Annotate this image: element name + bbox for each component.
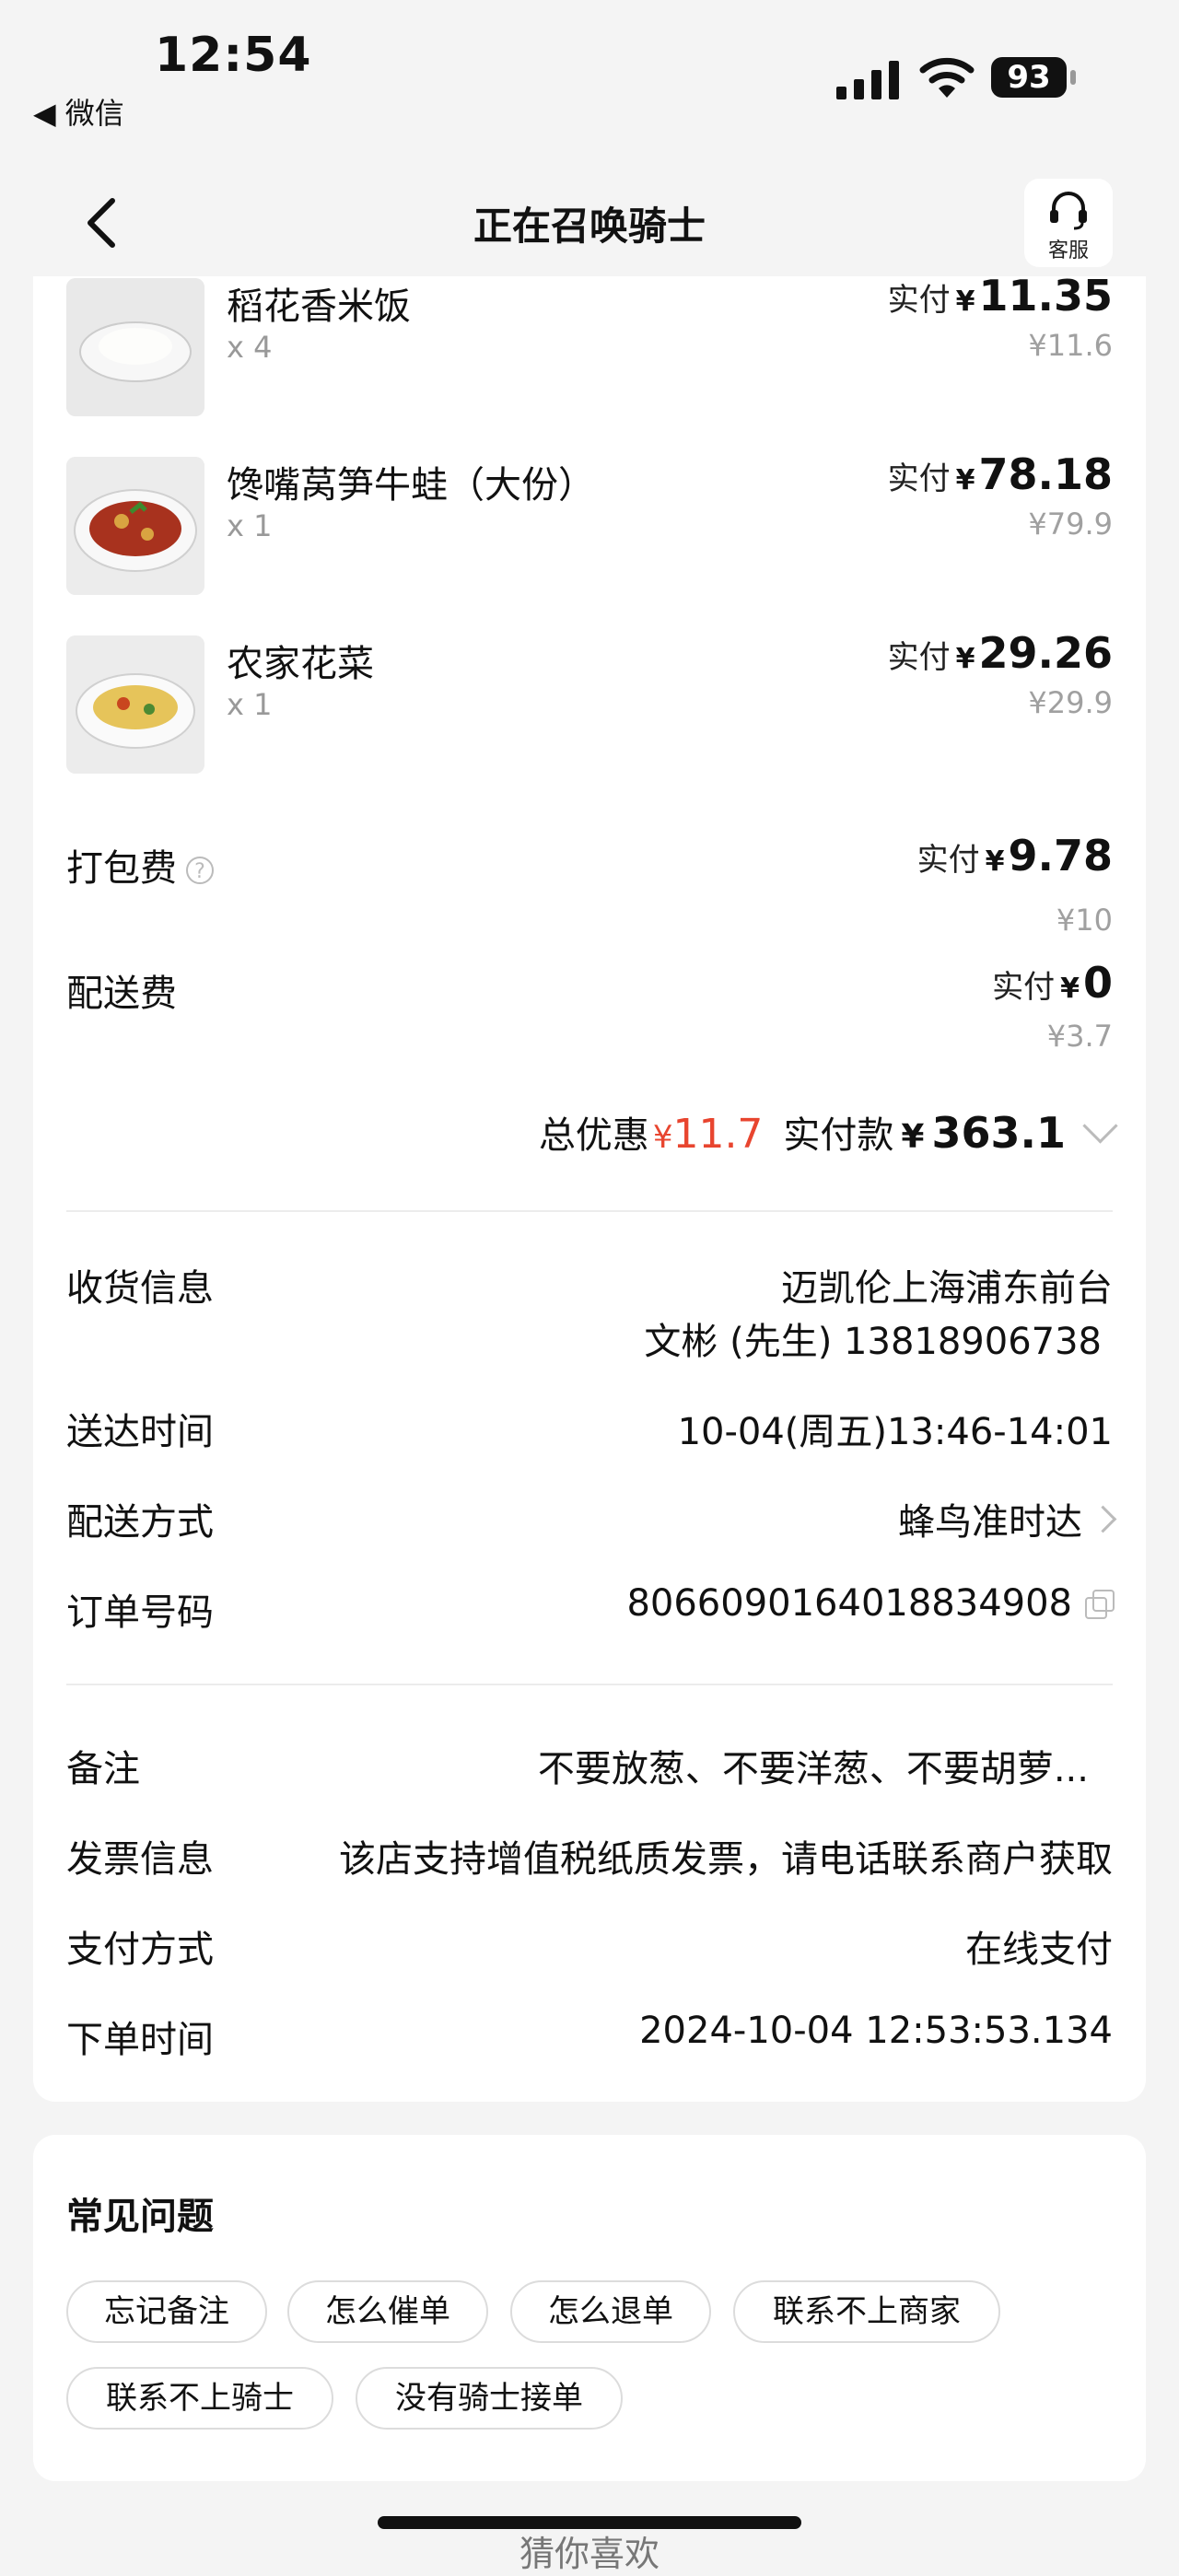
yen-symbol: ¥ xyxy=(955,286,975,318)
item-quantity: x 4 xyxy=(227,330,273,365)
customer-service-label: 客服 xyxy=(1047,239,1089,262)
item-image-cauliflower xyxy=(66,635,204,774)
paid-amount: 78.18 xyxy=(978,449,1113,499)
order-time-value: 2024-10-04 12:53:53.134 xyxy=(639,2010,1113,2052)
yen-symbol: ¥ xyxy=(955,464,975,496)
order-number-row: 8066090164018834908 xyxy=(626,1582,1115,1625)
payment-method-label: 支付方式 xyxy=(66,1929,214,1971)
paid-amount: 11.35 xyxy=(978,271,1113,321)
order-detail-card: 稻花香米饭 x 4 实付 ¥11.35 ¥11.6 馋嘴莴笋牛蛙（大份） x 1 … xyxy=(33,271,1146,2102)
faq-chip-contact-rider[interactable]: 联系不上骑士 xyxy=(66,2367,333,2430)
wifi-icon xyxy=(919,57,975,98)
order-number-value: 8066090164018834908 xyxy=(626,1582,1072,1625)
customer-service-button[interactable]: 客服 xyxy=(1024,179,1113,267)
delivery-fee-label: 配送费 xyxy=(66,973,177,1015)
paid-total-label: 实付款 xyxy=(783,1114,894,1157)
original-price: ¥11.6 xyxy=(1028,328,1113,363)
yen-symbol: ¥ xyxy=(1060,973,1080,1005)
packing-fee-text: 打包费 xyxy=(66,847,177,890)
battery-icon: 93 xyxy=(991,57,1067,98)
faq-card: 常见问题 忘记备注 怎么催单 怎么退单 联系不上商家 联系不上骑士 没有骑士接单 xyxy=(33,2135,1146,2481)
help-icon[interactable]: ? xyxy=(186,857,214,884)
note-value: 不要放葱、不要洋葱、不要胡萝... xyxy=(537,1748,1089,1790)
yen-symbol: ¥ xyxy=(955,643,975,675)
paid-label: 实付 xyxy=(887,639,951,676)
faq-chip-urge-order[interactable]: 怎么催单 xyxy=(287,2280,488,2343)
divider xyxy=(66,1684,1113,1685)
delivery-fee-price: 实付 ¥0 xyxy=(992,958,1113,1008)
order-item[interactable]: 农家花菜 x 1 实付 ¥29.26 ¥29.9 xyxy=(33,621,1146,774)
packing-fee-label: 打包费? xyxy=(66,838,214,892)
faq-chip-no-rider[interactable]: 没有骑士接单 xyxy=(356,2367,623,2430)
invoice-value: 该店支持增值税纸质发票，请电话联系商户获取 xyxy=(339,1838,1113,1881)
paid-label: 实付 xyxy=(992,969,1056,1006)
delivery-method-row[interactable]: 蜂鸟准时达 xyxy=(898,1492,1117,1545)
item-price: 实付 ¥78.18 xyxy=(888,449,1113,499)
item-image-rice xyxy=(66,278,204,416)
guess-you-like-heading: 猜你喜欢 xyxy=(519,2534,660,2574)
discount-amount: 11.7 xyxy=(672,1111,764,1158)
battery-tip xyxy=(1070,70,1076,85)
back-to-wechat-link[interactable]: ◀ 微信 xyxy=(33,90,124,133)
status-bar: 12:54 ◀ 微信 93 xyxy=(0,0,1179,157)
paid-amount: 9.78 xyxy=(1008,831,1114,880)
chevron-right-icon xyxy=(1089,1505,1117,1533)
original-price: ¥10 xyxy=(1056,903,1113,938)
item-image-frog xyxy=(66,457,204,595)
divider xyxy=(66,1210,1113,1212)
headset-icon xyxy=(1050,192,1087,230)
home-indicator[interactable] xyxy=(378,2516,801,2529)
discount-label: 总优惠 xyxy=(538,1114,649,1157)
address-line2: 文彬 (先生) 13818906738 xyxy=(644,1321,1102,1363)
delivery-time-label: 送达时间 xyxy=(66,1411,214,1453)
item-name: 馋嘴莴笋牛蛙（大份） xyxy=(227,464,595,507)
delivery-time-value: 10-04(周五)13:46-14:01 xyxy=(677,1411,1113,1453)
paid-label: 实付 xyxy=(916,842,980,879)
paid-total-amount: 363.1 xyxy=(931,1108,1066,1158)
original-price: ¥79.9 xyxy=(1028,507,1113,542)
original-price: ¥3.7 xyxy=(1046,1019,1113,1054)
invoice-label: 发票信息 xyxy=(66,1838,214,1881)
payment-method-value: 在线支付 xyxy=(965,1929,1113,1971)
item-price: 实付 ¥29.26 xyxy=(888,628,1113,678)
chevron-down-icon[interactable] xyxy=(1082,1108,1118,1144)
delivery-method-label: 配送方式 xyxy=(66,1501,214,1544)
item-quantity: x 1 xyxy=(227,687,273,722)
faq-chip-refund[interactable]: 怎么退单 xyxy=(510,2280,711,2343)
paid-label: 实付 xyxy=(887,282,951,319)
cellular-signal-icon xyxy=(836,61,899,99)
yen-symbol: ¥ xyxy=(985,845,1005,878)
packing-fee-price: 实付 ¥9.78 xyxy=(917,831,1113,880)
paid-amount: 29.26 xyxy=(978,628,1113,678)
item-name: 稻花香米饭 xyxy=(227,286,411,328)
status-time: 12:54 xyxy=(155,28,312,83)
order-item[interactable]: 稻花香米饭 x 4 实付 ¥11.35 ¥11.6 xyxy=(33,263,1146,416)
address-line1: 迈凯伦上海浦东前台 xyxy=(781,1267,1113,1310)
item-quantity: x 1 xyxy=(227,508,273,543)
original-price: ¥29.9 xyxy=(1028,685,1113,720)
page-title: 正在召唤骑士 xyxy=(473,204,706,249)
delivery-method-value: 蜂鸟准时达 xyxy=(898,1501,1082,1544)
faq-chip-forgot-note[interactable]: 忘记备注 xyxy=(66,2280,267,2343)
note-label: 备注 xyxy=(66,1748,140,1790)
order-total-summary[interactable]: 总优惠 ¥11.7 实付款 ¥363.1 xyxy=(538,1105,1118,1159)
yen-symbol: ¥ xyxy=(652,1119,673,1156)
faq-title: 常见问题 xyxy=(66,2196,214,2238)
address-label: 收货信息 xyxy=(66,1267,214,1310)
paid-label: 实付 xyxy=(887,460,951,497)
yen-symbol: ¥ xyxy=(901,1118,925,1156)
item-price: 实付 ¥11.35 xyxy=(888,271,1113,321)
order-number-label: 订单号码 xyxy=(66,1591,214,1634)
copy-icon[interactable] xyxy=(1085,1590,1115,1619)
order-time-label: 下单时间 xyxy=(66,2019,214,2061)
faq-chip-contact-merchant[interactable]: 联系不上商家 xyxy=(733,2280,1000,2343)
paid-amount: 0 xyxy=(1082,958,1113,1008)
item-name: 农家花菜 xyxy=(227,643,374,685)
order-item[interactable]: 馋嘴莴笋牛蛙（大份） x 1 实付 ¥78.18 ¥79.9 xyxy=(33,442,1146,595)
